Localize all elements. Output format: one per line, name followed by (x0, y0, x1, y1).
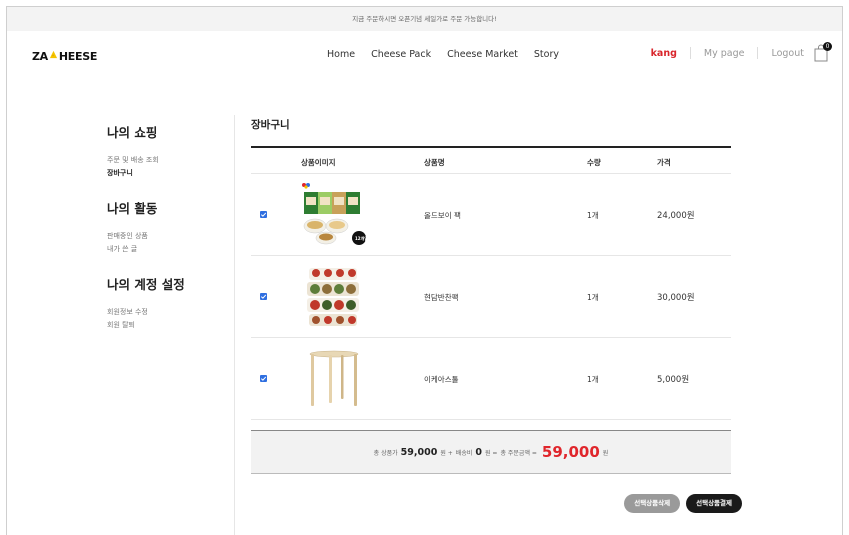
announcement-text: 지금 주문하시면 오픈기념 세일가로 주문 가능합니다! (352, 15, 497, 23)
products-total-label: 총 상품가 (373, 449, 398, 457)
cart-actions: 선택상품삭제 선택상품결제 (624, 494, 742, 513)
item-checkbox[interactable] (260, 211, 267, 218)
product-qty: 1개 (587, 293, 599, 302)
divider (689, 47, 691, 59)
sidebar-group-activity: 나의 활동 판매중인 상품 내가 쓴 글 (107, 198, 227, 256)
sidebar-item-selling[interactable]: 판매중인 상품 (107, 230, 227, 243)
sidebar-item-orders[interactable]: 주문 및 배송 조회 (107, 154, 227, 167)
user-menu: kang My page Logout 0 (651, 42, 832, 62)
checkout-selected-button[interactable]: 선택상품결제 (686, 494, 742, 513)
cheese-hat-icon (49, 50, 57, 59)
divider (757, 47, 759, 59)
cart-table-header: 상품이미지 상품명 수량 가격 (251, 146, 731, 174)
currency-unit: 원 + (440, 449, 453, 457)
logo-text-right: HEESE (58, 50, 98, 63)
col-price: 가격 (657, 158, 671, 167)
sidebar-group-account: 나의 계정 설정 회원정보 수정 회원 탈퇴 (107, 274, 227, 332)
sidebar-title-activity: 나의 활동 (107, 201, 158, 216)
check-icon (260, 212, 267, 217)
product-badge-count: 12개입 (355, 236, 368, 241)
col-qty: 수량 (587, 158, 601, 167)
sidebar-item-my-posts[interactable]: 내가 쓴 글 (107, 243, 227, 256)
announcement-bar: 지금 주문하시면 오픈기념 세일가로 주문 가능합니다! (7, 7, 842, 31)
shipping-label: 배송비 (455, 449, 473, 457)
product-name[interactable]: 현담반찬팩 (424, 292, 459, 303)
nav-home[interactable]: Home (327, 49, 355, 60)
sidebar-title-account: 나의 계정 설정 (107, 277, 185, 292)
product-image-ikea-stool (309, 350, 359, 406)
product-image-side-dish-pack (307, 268, 359, 326)
page-title: 장바구니 (251, 119, 290, 131)
product-name[interactable]: 이케아스툴 (424, 374, 459, 385)
order-total-label: 총 주문금액 = (500, 449, 537, 457)
product-qty: 1개 (587, 211, 599, 220)
cart-row: 이케아스툴 1개 5,000원 (251, 338, 731, 420)
logo-text-left: ZA (32, 50, 48, 63)
cart-button[interactable]: 0 (814, 42, 832, 62)
sidebar-group-shopping: 나의 쇼핑 주문 및 배송 조회 장바구니 (107, 122, 227, 180)
shipping-value: 0 (475, 446, 482, 458)
logout-link[interactable]: Logout (771, 48, 804, 59)
item-checkbox[interactable] (260, 375, 267, 382)
item-checkbox[interactable] (260, 293, 267, 300)
cart-section: 장바구니 상품이미지 상품명 수량 가격 12개입 올드보이 팩 1개 24,0… (251, 117, 742, 513)
main-nav: Home Cheese Pack Cheese Market Story (327, 49, 559, 60)
order-summary: 총 상품가 59,000 원 + 배송비 0 원 = 총 주문금액 = 59,0… (251, 430, 731, 474)
delete-selected-button[interactable]: 선택상품삭제 (624, 494, 681, 513)
product-price: 24,000원 (657, 211, 695, 221)
currency-unit: 원 = (484, 449, 498, 457)
currency-unit: 원 (602, 449, 609, 457)
nav-cheese-pack[interactable]: Cheese Pack (371, 49, 431, 60)
sidebar-divider (234, 115, 235, 535)
cart-row: 현담반찬팩 1개 30,000원 (251, 256, 731, 338)
product-name[interactable]: 올드보이 팩 (424, 210, 461, 221)
check-icon (260, 294, 267, 299)
site-header: ZA HEESE Home Cheese Pack Cheese Market S… (7, 31, 842, 87)
sidebar-item-withdraw[interactable]: 회원 탈퇴 (107, 319, 227, 332)
site-logo[interactable]: ZA HEESE (32, 50, 97, 63)
order-total-value: 59,000 (541, 443, 600, 461)
product-price: 30,000원 (657, 293, 695, 303)
mypage-link[interactable]: My page (704, 48, 745, 59)
product-qty: 1개 (587, 375, 599, 384)
col-name: 상품명 (424, 158, 445, 167)
check-icon (260, 376, 267, 381)
col-image: 상품이미지 (301, 158, 336, 167)
sidebar-item-edit-profile[interactable]: 회원정보 수정 (107, 306, 227, 319)
nav-story[interactable]: Story (534, 49, 559, 60)
username-link[interactable]: kang (651, 48, 677, 59)
cart-row: 12개입 올드보이 팩 1개 24,000원 (251, 174, 731, 256)
sidebar-item-cart[interactable]: 장바구니 (107, 167, 227, 180)
mypage-sidebar: 나의 쇼핑 주문 및 배송 조회 장바구니 나의 활동 판매중인 상품 내가 쓴… (107, 122, 227, 350)
sidebar-title-shopping: 나의 쇼핑 (107, 125, 158, 140)
page-frame: 지금 주문하시면 오픈기념 세일가로 주문 가능합니다! ZA HEESE Hom… (6, 6, 843, 535)
nav-cheese-market[interactable]: Cheese Market (447, 49, 518, 60)
product-price: 5,000원 (657, 375, 690, 385)
products-total-value: 59,000 (400, 446, 438, 458)
cart-count-badge: 0 (823, 42, 832, 51)
